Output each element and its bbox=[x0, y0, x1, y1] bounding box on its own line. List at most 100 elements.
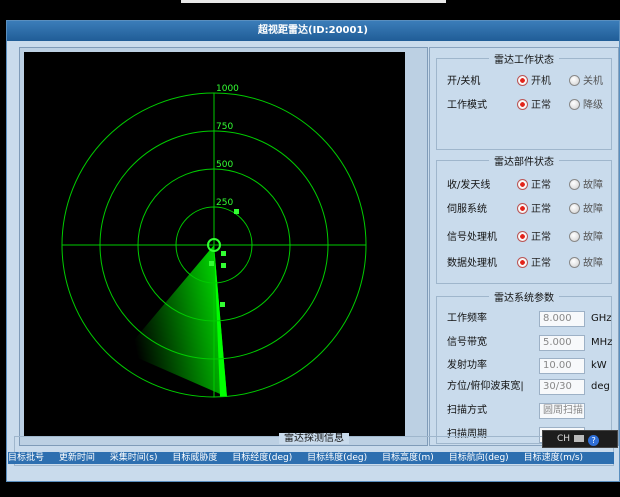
power-output-unit: kW bbox=[591, 360, 607, 371]
bandwidth-unit: MHz bbox=[591, 337, 613, 348]
servo-fault-radio[interactable]: 故障 bbox=[569, 203, 603, 217]
radio-label: 开机 bbox=[531, 76, 551, 87]
ring-label-750: 750 bbox=[216, 122, 233, 132]
power-on-radio[interactable]: 开机 bbox=[517, 75, 551, 89]
antenna-fault-radio[interactable]: 故障 bbox=[569, 179, 603, 193]
ring-label-1000: 1000 bbox=[216, 84, 239, 94]
power-output-label: 发射功率 bbox=[447, 360, 487, 371]
power-output-row: 发射功率 10.00 kW bbox=[447, 358, 611, 374]
col-header[interactable]: 目标高度(m) bbox=[382, 452, 434, 464]
radar-scope[interactable]: 1000 750 500 250 bbox=[24, 52, 405, 437]
ring-label-500: 500 bbox=[216, 160, 233, 170]
target-marker[interactable] bbox=[221, 263, 226, 268]
data-processor-row: 数据处理机 正常 故障 bbox=[447, 257, 607, 271]
antenna-label: 收/发天线 bbox=[447, 180, 491, 191]
col-header[interactable]: 目标纬度(deg) bbox=[307, 452, 367, 464]
beamwidth-field[interactable]: 30/30 bbox=[539, 379, 585, 395]
radio-label: 降级 bbox=[583, 100, 603, 111]
col-header[interactable]: 目标批号 bbox=[8, 452, 44, 464]
parts-group-title: 雷达部件状态 bbox=[489, 157, 559, 168]
antenna-normal-radio[interactable]: 正常 bbox=[517, 179, 551, 193]
radio-dot-icon bbox=[517, 203, 528, 214]
servo-normal-radio[interactable]: 正常 bbox=[517, 203, 551, 217]
data-processor-label: 数据处理机 bbox=[447, 258, 497, 269]
radio-dot-icon bbox=[517, 257, 528, 268]
radio-label: 正常 bbox=[531, 258, 551, 269]
frequency-label: 工作频率 bbox=[447, 313, 487, 324]
col-header[interactable]: 目标速度(m/s) bbox=[524, 452, 584, 464]
work-mode-degraded-radio[interactable]: 降级 bbox=[569, 99, 603, 113]
radio-dot-icon bbox=[569, 75, 580, 86]
radio-dot-icon bbox=[569, 203, 580, 214]
radio-label: 正常 bbox=[531, 204, 551, 215]
radio-dot-icon bbox=[517, 75, 528, 86]
radar-scope-svg: 1000 750 500 250 bbox=[61, 84, 367, 398]
radio-label: 正常 bbox=[531, 180, 551, 191]
col-header[interactable]: 目标威胁度 bbox=[172, 452, 217, 464]
parts-group: 雷达部件状态 收/发天线 正常 故障 伺服系统 正常 故障 信号处理机 正常 故… bbox=[436, 157, 612, 284]
target-marker[interactable] bbox=[209, 261, 214, 266]
radio-label: 正常 bbox=[531, 100, 551, 111]
target-marker[interactable] bbox=[220, 302, 225, 307]
data-processor-fault-radio[interactable]: 故障 bbox=[569, 257, 603, 271]
col-header[interactable]: 目标航向(deg) bbox=[449, 452, 509, 464]
power-label: 开/关机 bbox=[447, 76, 481, 87]
beamwidth-row: 方位/俯仰波束宽| 30/30 deg bbox=[447, 379, 611, 395]
power-output-field[interactable]: 10.00 bbox=[539, 358, 585, 374]
radio-dot-icon bbox=[569, 257, 580, 268]
power-off-radio[interactable]: 关机 bbox=[569, 75, 603, 89]
bandwidth-row: 信号带宽 5.000 MHz bbox=[447, 335, 613, 351]
signal-processor-row: 信号处理机 正常 故障 bbox=[447, 231, 607, 245]
ime-language[interactable]: CH bbox=[557, 434, 570, 444]
frequency-field[interactable]: 8.000 bbox=[539, 311, 585, 327]
right-panel: 雷达工作状态 开/关机 开机 关机 工作模式 正常 降级 雷达部件状态 收/发天… bbox=[429, 47, 619, 446]
power-row: 开/关机 开机 关机 bbox=[447, 75, 607, 89]
signal-processor-normal-radio[interactable]: 正常 bbox=[517, 231, 551, 245]
work-mode-row: 工作模式 正常 降级 bbox=[447, 99, 607, 113]
data-processor-normal-radio[interactable]: 正常 bbox=[517, 257, 551, 271]
radio-dot-icon bbox=[569, 179, 580, 190]
beamwidth-unit: deg bbox=[591, 381, 610, 392]
antenna-row: 收/发天线 正常 故障 bbox=[447, 179, 607, 193]
frequency-unit: GHz bbox=[591, 313, 612, 324]
radio-dot-icon bbox=[517, 231, 528, 242]
radio-label: 故障 bbox=[583, 180, 603, 191]
signal-processor-label: 信号处理机 bbox=[447, 232, 497, 243]
status-group-title: 雷达工作状态 bbox=[489, 55, 559, 66]
top-bar-strip bbox=[181, 0, 446, 3]
scan-mode-label: 扫描方式 bbox=[447, 405, 487, 416]
col-header[interactable]: 目标经度(deg) bbox=[232, 452, 292, 464]
bandwidth-field[interactable]: 5.000 bbox=[539, 335, 585, 351]
work-mode-label: 工作模式 bbox=[447, 100, 487, 111]
servo-label: 伺服系统 bbox=[447, 204, 487, 215]
bandwidth-label: 信号带宽 bbox=[447, 337, 487, 348]
radio-dot-icon bbox=[569, 99, 580, 110]
params-group-title: 雷达系统参数 bbox=[489, 293, 559, 304]
ring-label-250: 250 bbox=[216, 198, 233, 208]
work-mode-normal-radio[interactable]: 正常 bbox=[517, 99, 551, 113]
col-header[interactable]: 更新时间 bbox=[59, 452, 95, 464]
status-group: 雷达工作状态 开/关机 开机 关机 工作模式 正常 降级 bbox=[436, 55, 612, 150]
window-title: 超视距雷达(ID:20001) bbox=[7, 21, 619, 41]
col-header[interactable]: 采集时间(s) bbox=[110, 452, 158, 464]
radar-window: 超视距雷达(ID:20001) 1000 750 500 250 雷达工作状态 … bbox=[6, 20, 620, 482]
radio-label: 故障 bbox=[583, 232, 603, 243]
target-marker[interactable] bbox=[234, 209, 239, 214]
servo-row: 伺服系统 正常 故障 bbox=[447, 203, 607, 217]
frequency-row: 工作频率 8.000 GHz bbox=[447, 311, 612, 327]
radar-display-frame: 1000 750 500 250 bbox=[19, 47, 428, 446]
help-icon[interactable]: ? bbox=[588, 435, 600, 446]
signal-processor-fault-radio[interactable]: 故障 bbox=[569, 231, 603, 245]
scan-mode-row: 扫描方式 圆周扫描 bbox=[447, 403, 611, 419]
top-bar bbox=[0, 0, 620, 20]
detect-table-header: 目标批号 更新时间 采集时间(s) 目标威胁度 目标经度(deg) 目标纬度(d… bbox=[8, 452, 614, 464]
ime-toolbar[interactable]: CH? bbox=[542, 430, 618, 448]
radio-dot-icon bbox=[517, 179, 528, 190]
radio-dot-icon bbox=[517, 99, 528, 110]
scan-mode-field[interactable]: 圆周扫描 bbox=[539, 403, 585, 419]
target-marker[interactable] bbox=[221, 251, 226, 256]
keyboard-icon[interactable] bbox=[574, 435, 585, 442]
taskbar bbox=[0, 482, 620, 497]
beamwidth-label: 方位/俯仰波束宽| bbox=[447, 381, 524, 392]
radio-dot-icon bbox=[569, 231, 580, 242]
